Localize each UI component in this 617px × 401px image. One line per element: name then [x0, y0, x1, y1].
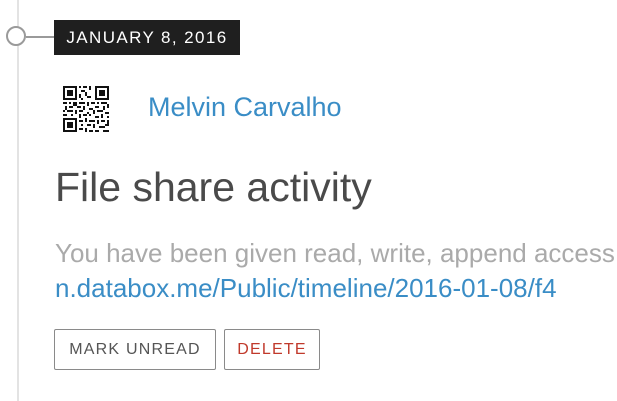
- timeline-connector: [26, 36, 54, 38]
- date-badge: JANUARY 8, 2016: [54, 20, 240, 55]
- entry-message: You have been given read, write, append …: [55, 238, 617, 268]
- entry-link[interactable]: n.databox.me/Public/timeline/2016-01-08/…: [55, 270, 617, 306]
- delete-button[interactable]: DELETE: [224, 329, 320, 370]
- timeline-line: [17, 0, 19, 401]
- timeline-node: [6, 26, 26, 46]
- entry-title: File share activity: [55, 164, 372, 210]
- author-name-link[interactable]: Melvin Carvalho: [148, 89, 342, 125]
- qr-code-icon: [61, 84, 111, 134]
- avatar[interactable]: [61, 84, 111, 134]
- mark-unread-button[interactable]: MARK UNREAD: [54, 329, 216, 370]
